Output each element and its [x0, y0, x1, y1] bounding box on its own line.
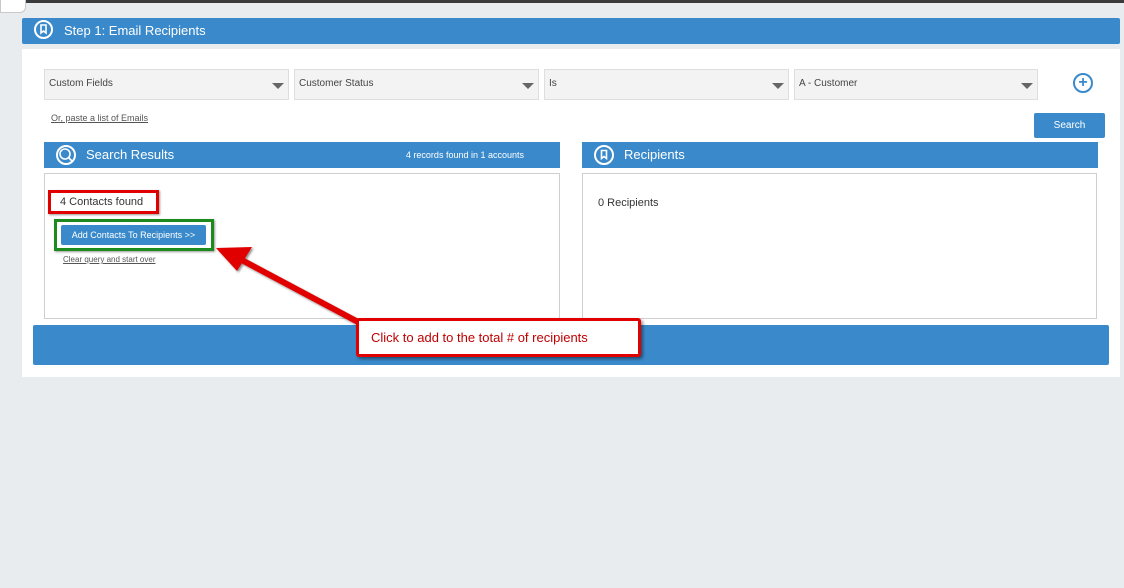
add-contacts-to-recipients-button[interactable]: Add Contacts To Recipients >> — [61, 225, 206, 245]
records-summary: 4 records found in 1 accounts — [405, 150, 524, 160]
chevron-down-icon — [522, 83, 534, 89]
recipients-box — [582, 173, 1097, 319]
contacts-found-text: 4 Contacts found — [48, 190, 159, 214]
recipients-count: 0 Recipients — [598, 197, 659, 209]
add-button-highlight: Add Contacts To Recipients >> — [54, 219, 214, 251]
ribbon-icon — [34, 20, 53, 39]
search-results-header: Search Results 4 records found in 1 acco… — [44, 142, 560, 168]
clear-query-link[interactable]: Clear query and start over — [63, 255, 156, 264]
value-select[interactable]: A - Customer — [794, 69, 1038, 100]
window-top-border — [0, 0, 1124, 3]
subfield-select[interactable]: Customer Status — [294, 69, 539, 100]
operator-select[interactable]: Is — [544, 69, 789, 100]
chevron-down-icon — [772, 83, 784, 89]
ribbon-icon — [594, 145, 614, 165]
chevron-down-icon — [272, 83, 284, 89]
field-select[interactable]: Custom Fields — [44, 69, 289, 100]
search-results-title: Search Results — [86, 147, 175, 162]
corner-tab[interactable] — [0, 0, 26, 13]
step-title: Step 1: Email Recipients — [64, 23, 206, 38]
recipients-header: Recipients — [582, 142, 1098, 168]
plus-circle-icon[interactable]: + — [1073, 73, 1093, 93]
annotation-callout: Click to add to the total # of recipient… — [356, 318, 641, 357]
search-button[interactable]: Search — [1034, 113, 1105, 138]
search-icon — [56, 145, 76, 165]
paste-emails-link[interactable]: Or, paste a list of Emails — [51, 113, 148, 123]
chevron-down-icon — [1021, 83, 1033, 89]
step-header: Step 1: Email Recipients — [22, 18, 1120, 44]
recipients-title: Recipients — [624, 147, 685, 162]
